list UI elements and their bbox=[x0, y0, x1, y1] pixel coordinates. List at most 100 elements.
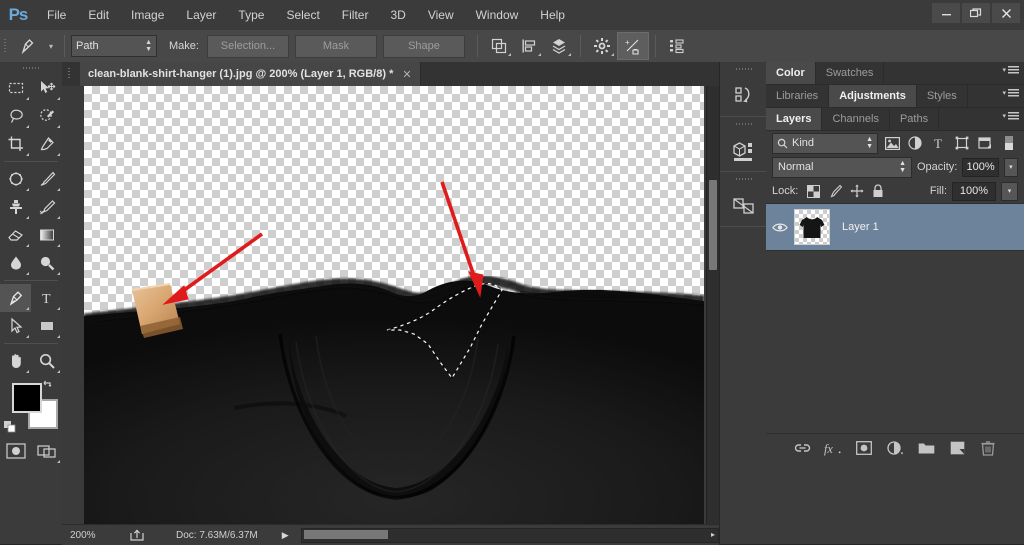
tools-panel-grip[interactable] bbox=[0, 62, 62, 74]
opacity-slider-caret-icon[interactable]: ▾ bbox=[1003, 157, 1018, 177]
tab-swatches[interactable]: Swatches bbox=[816, 62, 885, 84]
new-layer-button[interactable] bbox=[948, 439, 966, 457]
options-bar-grip[interactable] bbox=[0, 30, 10, 62]
share-icon[interactable] bbox=[126, 529, 148, 541]
canvas-vertical-scrollbar[interactable] bbox=[706, 86, 719, 524]
canvas-area[interactable] bbox=[62, 86, 719, 524]
auto-add-delete-icon[interactable]: + bbox=[616, 32, 649, 60]
fill-slider-caret-icon[interactable]: ▾ bbox=[1001, 181, 1018, 201]
filter-smart-objects-icon[interactable] bbox=[976, 134, 994, 153]
quick-mask-button[interactable] bbox=[0, 437, 31, 465]
restore-button[interactable] bbox=[962, 3, 990, 23]
blend-mode-select[interactable]: Normal ▲ ▼ bbox=[772, 156, 912, 178]
tab-libraries[interactable]: Libraries bbox=[766, 85, 830, 107]
layer-style-button[interactable]: fx bbox=[824, 439, 842, 457]
menu-image[interactable]: Image bbox=[120, 0, 175, 30]
history-panel-icon[interactable] bbox=[720, 76, 767, 116]
zoom-tool[interactable] bbox=[31, 347, 62, 375]
rectangular-marquee-tool[interactable] bbox=[0, 74, 31, 102]
make-shape-button[interactable]: Shape bbox=[382, 34, 465, 58]
swap-colors-icon[interactable] bbox=[42, 379, 55, 392]
minimize-button[interactable] bbox=[932, 3, 960, 23]
layers-panel-menu-icon[interactable]: ▾ bbox=[1002, 112, 1019, 120]
menu-window[interactable]: Window bbox=[465, 0, 530, 30]
tab-adjustments[interactable]: Adjustments bbox=[829, 85, 917, 107]
hand-tool[interactable] bbox=[0, 347, 31, 375]
menu-help[interactable]: Help bbox=[529, 0, 576, 30]
spot-healing-brush-tool[interactable] bbox=[0, 165, 31, 193]
layer-thumbnail[interactable] bbox=[794, 209, 830, 245]
tab-layers[interactable]: Layers bbox=[766, 108, 823, 130]
default-colors-icon[interactable] bbox=[4, 421, 16, 433]
menu-select[interactable]: Select bbox=[275, 0, 330, 30]
path-operations-icon[interactable] bbox=[484, 33, 514, 59]
filter-type-layers-icon[interactable]: T bbox=[930, 134, 948, 153]
clone-stamp-tool[interactable] bbox=[0, 193, 31, 221]
move-tool[interactable] bbox=[31, 74, 62, 102]
fill-field[interactable]: 100% bbox=[952, 181, 996, 201]
zoom-level-field[interactable]: 200% bbox=[62, 530, 126, 541]
lock-all-icon[interactable] bbox=[872, 184, 884, 198]
close-button[interactable] bbox=[992, 3, 1020, 23]
delete-layer-button[interactable] bbox=[979, 439, 997, 457]
tool-preset-caret-icon[interactable]: ▾ bbox=[44, 33, 58, 59]
rectangle-tool[interactable] bbox=[31, 312, 62, 340]
adjustments-panel-menu-icon[interactable]: ▾ bbox=[1002, 89, 1019, 97]
path-selection-tool[interactable] bbox=[0, 312, 31, 340]
menu-file[interactable]: File bbox=[36, 0, 77, 30]
dock-grip-2[interactable] bbox=[720, 117, 767, 131]
gradient-tool[interactable] bbox=[31, 221, 62, 249]
tab-channels[interactable]: Channels bbox=[822, 108, 890, 130]
properties-panel-icon[interactable] bbox=[720, 186, 767, 226]
eyedropper-tool[interactable] bbox=[31, 130, 62, 158]
brush-tool[interactable] bbox=[31, 165, 62, 193]
status-play-icon[interactable]: ▶ bbox=[282, 530, 289, 541]
filter-toggle-switch[interactable] bbox=[1000, 134, 1018, 153]
new-group-button[interactable] bbox=[917, 439, 935, 457]
dodge-tool[interactable] bbox=[31, 249, 62, 277]
path-alignment-icon[interactable] bbox=[514, 33, 544, 59]
add-layer-mask-button[interactable] bbox=[855, 439, 873, 457]
canvas-horizontal-scrollbar[interactable]: ▸ bbox=[300, 527, 719, 543]
horizontal-scroll-thumb[interactable] bbox=[303, 529, 388, 539]
path-arrangement-icon[interactable] bbox=[544, 33, 574, 59]
3d-panel-icon[interactable] bbox=[720, 131, 767, 171]
tab-paths[interactable]: Paths bbox=[890, 108, 940, 130]
document-tab-grip[interactable] bbox=[62, 62, 76, 86]
make-mask-button[interactable]: Mask bbox=[294, 34, 377, 58]
eye-icon[interactable] bbox=[766, 222, 794, 233]
filter-pixel-layers-icon[interactable] bbox=[883, 134, 901, 153]
pen-tool[interactable] bbox=[0, 284, 31, 312]
tab-styles[interactable]: Styles bbox=[917, 85, 968, 107]
lock-position-icon[interactable] bbox=[850, 184, 864, 198]
opacity-field[interactable]: 100% bbox=[962, 157, 999, 177]
menu-layer[interactable]: Layer bbox=[175, 0, 227, 30]
link-layers-button[interactable] bbox=[793, 439, 811, 457]
pen-tool-icon[interactable] bbox=[10, 33, 44, 59]
filter-adjustment-layers-icon[interactable] bbox=[906, 134, 924, 153]
menu-type[interactable]: Type bbox=[227, 0, 275, 30]
menu-filter[interactable]: Filter bbox=[331, 0, 380, 30]
menu-3d[interactable]: 3D bbox=[379, 0, 416, 30]
layer-name[interactable]: Layer 1 bbox=[842, 221, 879, 233]
filter-shape-layers-icon[interactable] bbox=[953, 134, 971, 153]
screen-mode-button[interactable] bbox=[31, 437, 62, 465]
color-panel-menu-icon[interactable]: ▾ bbox=[1002, 66, 1019, 74]
layers-list[interactable]: Layer 1 fx bbox=[766, 204, 1024, 462]
eraser-tool[interactable] bbox=[0, 221, 31, 249]
tab-color[interactable]: Color bbox=[766, 62, 816, 84]
dock-grip[interactable] bbox=[720, 62, 767, 76]
dock-grip-3[interactable] bbox=[720, 172, 767, 186]
history-brush-tool[interactable] bbox=[31, 193, 62, 221]
crop-tool[interactable] bbox=[0, 130, 31, 158]
lasso-tool[interactable] bbox=[0, 102, 31, 130]
layer-kind-filter[interactable]: Kind ▲ ▼ bbox=[772, 132, 878, 154]
quick-selection-tool[interactable] bbox=[31, 102, 62, 130]
foreground-color-swatch[interactable] bbox=[12, 383, 42, 413]
menu-edit[interactable]: Edit bbox=[77, 0, 120, 30]
lock-image-pixels-icon[interactable] bbox=[828, 184, 843, 198]
lock-transparent-pixels-icon[interactable] bbox=[807, 184, 821, 198]
close-document-icon[interactable]: ✕ bbox=[402, 68, 411, 81]
scroll-right-arrow-icon[interactable]: ▸ bbox=[711, 530, 715, 539]
path-align-edges-icon[interactable] bbox=[662, 33, 692, 59]
